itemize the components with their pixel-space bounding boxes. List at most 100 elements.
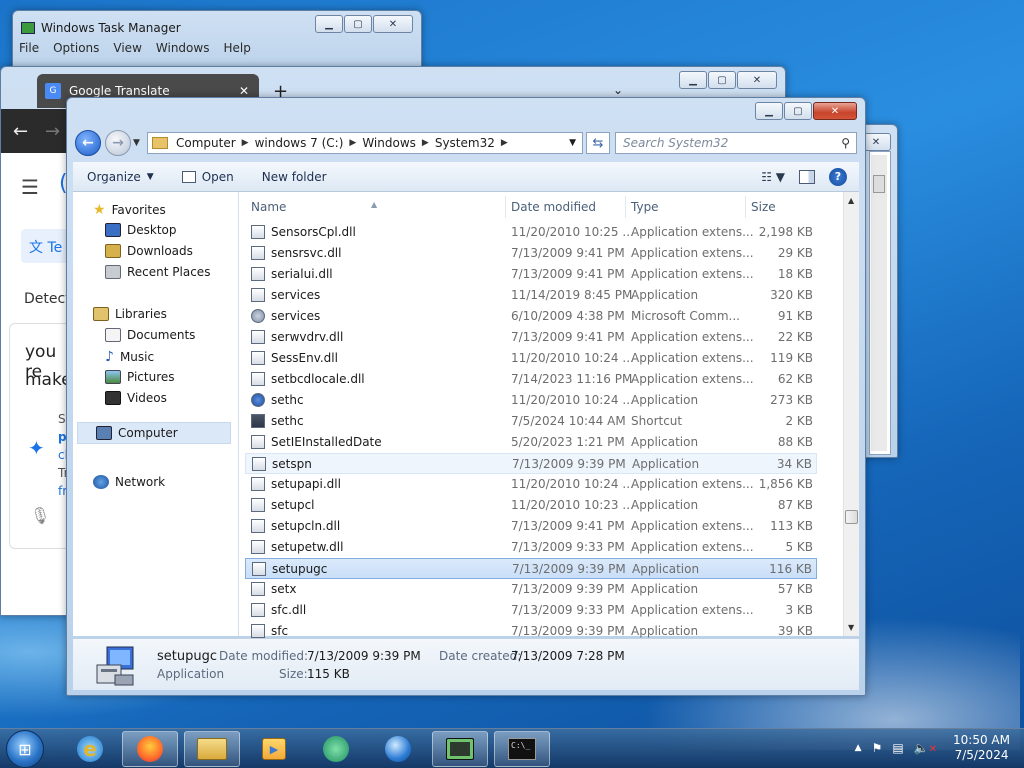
breadcrumb-windows[interactable]: Windows	[362, 136, 416, 150]
breadcrumb-arrow-icon[interactable]: ▶	[422, 138, 429, 148]
file-row[interactable]: services 11/14/2019 8:45 PM Application 320…	[245, 285, 817, 306]
breadcrumb-system32[interactable]: System32	[435, 136, 495, 150]
close-button[interactable]: ✕	[813, 102, 857, 120]
nav-computer[interactable]: Computer	[77, 422, 231, 444]
forward-button[interactable]: →	[105, 130, 131, 156]
start-button[interactable]: ⊞	[6, 730, 44, 768]
nav-favorites[interactable]: ★ Favorites	[93, 202, 166, 218]
nav-music[interactable]: ♪ Music	[105, 349, 154, 365]
minimize-button[interactable]: ▁	[679, 71, 707, 89]
explorer-window[interactable]: ▁ ▢ ✕ ← → ▼ Computer ▶ windows 7 (C:) ▶ Wi…	[66, 97, 866, 696]
file-row[interactable]: setspn 7/13/2009 9:39 PM Application 34 KB	[245, 453, 817, 474]
nav-desktop[interactable]: Desktop	[105, 223, 177, 237]
clock[interactable]: 10:50 AM 7/5/2024	[953, 733, 1010, 763]
breadcrumb-arrow-icon[interactable]: ▶	[242, 138, 249, 148]
file-list[interactable]: ▲ Name Date modified Type Size SensorsCp…	[243, 192, 859, 638]
organize-button[interactable]: Organize ▼	[73, 170, 168, 184]
change-view-icon[interactable]: ☷ ▼	[761, 170, 785, 184]
show-hidden-icons-icon[interactable]: ▲	[855, 743, 862, 753]
breadcrumb-drive[interactable]: windows 7 (C:)	[255, 136, 344, 150]
close-button[interactable]: ✕	[373, 15, 413, 33]
taskbar-media-player[interactable]: ▶	[246, 731, 302, 767]
file-row[interactable]: serwvdrv.dll 7/13/2009 9:41 PM Application…	[245, 327, 817, 348]
column-date-modified[interactable]: Date modified	[511, 200, 596, 214]
file-row[interactable]: setupcln.dll 7/13/2009 9:41 PM Application…	[245, 516, 817, 537]
tab-search-chevron-icon[interactable]: ⌄	[613, 83, 623, 97]
file-row[interactable]: sethc 11/20/2010 10:24 ... Application 273 …	[245, 390, 817, 411]
breadcrumb-arrow-icon[interactable]: ▶	[349, 138, 356, 148]
column-divider[interactable]	[625, 196, 626, 218]
file-row[interactable]: setupcl 11/20/2010 10:23 ... Application 87…	[245, 495, 817, 516]
menu-options[interactable]: Options	[53, 41, 99, 55]
file-row[interactable]: SessEnv.dll 11/20/2010 10:24 ... Applicati…	[245, 348, 817, 369]
search-icon[interactable]: ⚲	[841, 136, 850, 150]
menu-windows[interactable]: Windows	[156, 41, 210, 55]
address-dropdown-icon[interactable]: ▼	[569, 138, 576, 148]
navigation-pane[interactable]: ★ Favorites Desktop Downloads Recent Pla…	[73, 192, 239, 636]
column-type[interactable]: Type	[631, 200, 659, 214]
nav-documents[interactable]: Documents	[105, 328, 195, 342]
breadcrumb-computer[interactable]: Computer	[176, 136, 236, 150]
file-row[interactable]: serialui.dll 7/13/2009 9:41 PM Application…	[245, 264, 817, 285]
microphone-icon[interactable]: 🎙	[30, 506, 50, 525]
taskbar-task-manager[interactable]	[432, 731, 488, 767]
tab-close-icon[interactable]: ✕	[239, 84, 249, 98]
maximize-button[interactable]: ▢	[344, 15, 372, 33]
taskbar-explorer[interactable]	[184, 731, 240, 767]
menu-file[interactable]: File	[19, 41, 39, 55]
help-icon[interactable]: ?	[829, 167, 847, 186]
nav-pictures[interactable]: Pictures	[105, 370, 175, 384]
column-size[interactable]: Size	[751, 200, 776, 214]
menu-help[interactable]: Help	[223, 41, 250, 55]
breadcrumb-arrow-icon[interactable]: ▶	[501, 138, 508, 148]
hamburger-menu-icon[interactable]: ☰	[21, 175, 39, 199]
file-row[interactable]: setupugc 7/13/2009 9:39 PM Application 116 …	[245, 558, 817, 579]
minimize-button[interactable]: ▁	[755, 102, 783, 120]
column-divider[interactable]	[745, 196, 746, 218]
nav-videos[interactable]: Videos	[105, 391, 167, 405]
file-row[interactable]: setx 7/13/2009 9:39 PM Application 57 KB	[245, 579, 817, 600]
minimize-button[interactable]: ▁	[315, 15, 343, 33]
file-row[interactable]: setupetw.dll 7/13/2009 9:33 PM Application…	[245, 537, 817, 558]
scrollbar-thumb[interactable]	[845, 510, 858, 524]
volume-muted-icon[interactable]: 🔈✕	[914, 741, 937, 755]
detect-language-label[interactable]: Detect	[24, 291, 71, 307]
file-row[interactable]: setbcdlocale.dll 7/14/2023 11:16 PM Applic…	[245, 369, 817, 390]
scroll-down-icon[interactable]: ▼	[848, 623, 854, 632]
back-button[interactable]: ←	[75, 130, 101, 156]
taskbar-app-green[interactable]	[308, 731, 364, 767]
column-divider[interactable]	[505, 196, 506, 218]
file-row[interactable]: services 6/10/2009 4:38 PM Microsoft Comm.…	[245, 306, 817, 327]
taskbar-globe-app[interactable]	[370, 731, 426, 767]
file-row[interactable]: SetIEInstalledDate 5/20/2023 1:21 PM Appli…	[245, 432, 817, 453]
forward-arrow-icon[interactable]: →	[45, 121, 60, 142]
nav-recent-places[interactable]: Recent Places	[105, 265, 210, 279]
nav-network[interactable]: Network	[93, 475, 165, 489]
taskbar-command-prompt[interactable]: C:\_	[494, 731, 550, 767]
open-button[interactable]: Open	[168, 170, 248, 184]
taskbar-firefox[interactable]	[122, 731, 178, 767]
file-row[interactable]: sethc 7/5/2024 10:44 AM Shortcut 2 KB	[245, 411, 817, 432]
scrollbar-thumb[interactable]	[873, 175, 885, 193]
maximize-button[interactable]: ▢	[784, 102, 812, 120]
back-arrow-icon[interactable]: ←	[13, 121, 28, 142]
file-row[interactable]: sensrsvc.dll 7/13/2009 9:41 PM Application…	[245, 243, 817, 264]
column-name[interactable]: Name	[251, 200, 286, 214]
taskbar-internet-explorer[interactable]: e	[62, 731, 118, 767]
preview-pane-icon[interactable]	[799, 169, 815, 184]
search-input[interactable]: Search System32 ⚲	[615, 132, 857, 154]
close-button[interactable]: ✕	[737, 71, 777, 89]
menu-view[interactable]: View	[113, 41, 141, 55]
file-row[interactable]: sfc.dll 7/13/2009 9:33 PM Application exte…	[245, 600, 817, 621]
nav-downloads[interactable]: Downloads	[105, 244, 193, 258]
network-status-icon[interactable]: ▤	[892, 741, 903, 755]
file-row[interactable]: setupapi.dll 11/20/2010 10:24 ... Applicat…	[245, 474, 817, 495]
file-row[interactable]: SensorsCpl.dll 11/20/2010 10:25 ... Applic…	[245, 222, 817, 243]
file-list-scrollbar[interactable]: ▲ ▼	[843, 192, 859, 636]
refresh-button[interactable]: ⇆	[586, 132, 610, 154]
recent-pages-dropdown-icon[interactable]: ▼	[133, 138, 140, 148]
address-bar[interactable]: Computer ▶ windows 7 (C:) ▶ Windows ▶ Syste…	[147, 132, 583, 154]
nav-libraries[interactable]: Libraries	[93, 307, 167, 321]
maximize-button[interactable]: ▢	[708, 71, 736, 89]
background-window-scrollbar[interactable]	[871, 155, 887, 451]
